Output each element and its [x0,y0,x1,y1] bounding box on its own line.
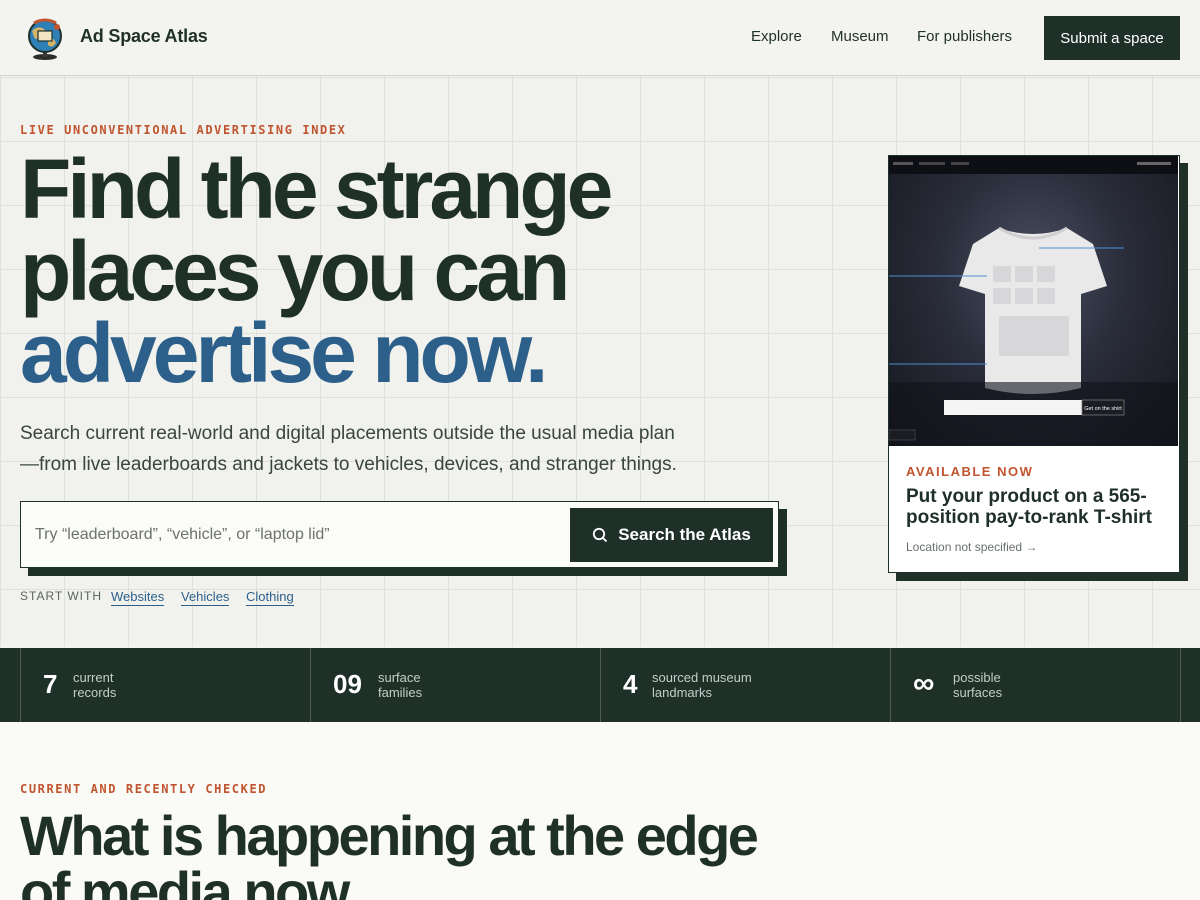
stat-label: surface families [378,670,422,700]
stat-number: 4 [623,669,638,699]
headline-line-1: Find the strange [20,142,613,236]
quick-link-clothing[interactable]: Clothing [246,589,294,606]
stat-label-line-2: landmarks [652,685,712,700]
card-eyebrow: AVAILABLE NOW [906,464,1034,479]
hero-headline: Find the strange places you can advertis… [20,142,613,400]
nav-explore[interactable]: Explore [751,28,802,45]
hero-subhead: Search current real-world and digital pl… [20,418,720,480]
stat-label-line-2: records [73,685,117,700]
search-icon [593,527,608,543]
stat-possible-surfaces: ∞ possible surfaces [890,648,1180,722]
stat-label-line-1: sourced museum [652,670,752,685]
search-input[interactable] [35,522,555,548]
stat-label: possible surfaces [953,670,1002,700]
stat-label-line-1: current [73,670,114,685]
stat-museum-landmarks: 4 sourced museum landmarks [600,648,890,722]
featured-listing-card[interactable]: Get on the shirt AVAILABLE NOW Put your … [888,155,1180,573]
subhead-line-1: Search current real-world and digital pl… [20,423,675,444]
quick-link-vehicles[interactable]: Vehicles [181,589,230,606]
subhead-line-2: —from live leaderboards and jackets to v… [20,454,677,475]
headline-line-2: places you can [20,224,570,318]
stat-surface-families: 09 surface families [310,648,600,722]
stats-bar: 7 current records 09 surface families 4 … [0,648,1200,722]
tshirt-cta-text: Get on the shirt [1084,406,1122,412]
hero-eyebrow: LIVE UNCONVENTIONAL ADVERTISING INDEX [20,123,347,137]
nav-for-publishers[interactable]: For publishers [917,28,1012,45]
search-button-label: Search the Atlas [618,525,751,544]
site-header: Ad Space Atlas Explore Museum For publis… [0,0,1200,76]
section-title: What is happening at the edge of media n… [20,804,759,900]
section-eyebrow: CURRENT AND RECENTLY CHECKED [20,782,268,796]
stat-label-line-1: surface [378,670,421,685]
stat-label-line-2: families [378,685,423,700]
stat-label: current records [73,670,116,700]
infinity-icon: ∞ [913,667,935,700]
tshirt-illustration: Get on the shirt [889,156,1178,446]
search-button[interactable]: Search the Atlas [570,508,773,562]
start-with-label: START WITH [20,589,102,603]
tshirt-preview-image: Get on the shirt [889,156,1178,446]
stat-divider [1180,648,1200,722]
card-title[interactable]: Put your product on a 565-position pay-t… [906,486,1168,528]
search-bar: Search the Atlas [20,501,779,568]
brand-name[interactable]: Ad Space Atlas [80,26,208,47]
stat-current-records: 7 current records [20,648,310,722]
stat-number: 7 [43,669,58,699]
nav-museum[interactable]: Museum [831,28,889,45]
card-location[interactable]: Location not specified → [906,540,1037,554]
stat-label-line-1: possible [953,670,1001,685]
submit-space-button[interactable]: Submit a space [1044,16,1180,60]
quick-link-websites[interactable]: Websites [111,589,165,606]
globe-logo-icon[interactable] [22,15,68,61]
stat-label: sourced museum landmarks [652,670,752,700]
stat-number: 09 [333,669,362,699]
headline-line-3: advertise now. [20,306,548,400]
stat-label-line-2: surfaces [953,685,1003,700]
